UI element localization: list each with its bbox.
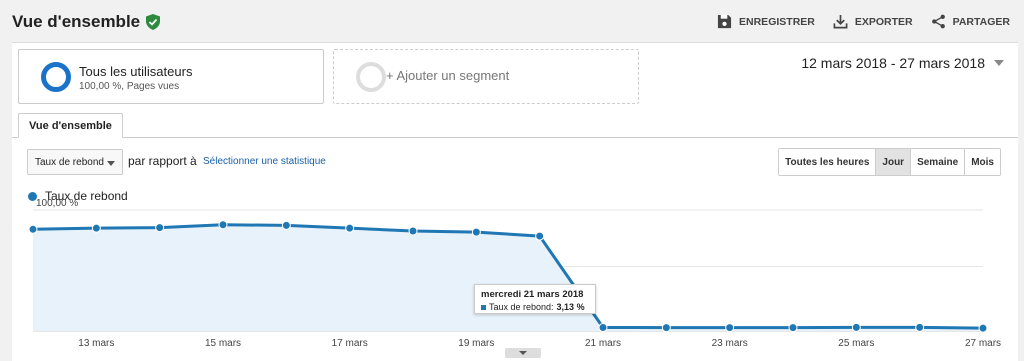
- page-title: Vue d'ensemble: [12, 12, 161, 32]
- data-point: [725, 323, 735, 333]
- series-area: [33, 224, 983, 331]
- export-label: EXPORTER: [854, 15, 913, 28]
- y-tick-label: 100,00 %: [36, 198, 78, 209]
- x-tick-label: 27 mars: [965, 338, 1001, 349]
- data-point: [408, 226, 418, 236]
- data-point: [155, 223, 165, 233]
- tooltip-value: 3,13 %: [556, 302, 585, 312]
- x-tick-label: 15 mars: [205, 338, 241, 349]
- tooltip-label: Taux de rebond:: [489, 302, 554, 312]
- page-title-text: Vue d'ensemble: [12, 12, 141, 31]
- save-icon: [717, 14, 732, 29]
- tooltip-series-swatch: [481, 304, 486, 310]
- x-tick-label: 23 mars: [712, 338, 748, 349]
- collapse-chart-button[interactable]: [505, 348, 541, 358]
- save-button[interactable]: ENREGISTRER: [717, 14, 815, 29]
- header-actions: ENREGISTRER EXPORTER PARTAGER: [717, 14, 1010, 29]
- x-tick-label: 13 mars: [78, 338, 114, 349]
- data-point: [471, 227, 481, 237]
- data-point: [345, 223, 355, 233]
- data-point: [28, 224, 38, 234]
- share-label: PARTAGER: [952, 15, 1010, 28]
- chevron-down-icon: [519, 351, 527, 355]
- tooltip-row: Taux de rebond: 3,13 %: [481, 302, 589, 312]
- share-icon: [931, 14, 945, 29]
- data-point: [598, 322, 608, 332]
- data-point: [281, 220, 291, 230]
- report-panel: Tous les utilisateurs 100,00 %, Pages vu…: [12, 42, 1018, 361]
- x-tick-label: 21 mars: [585, 338, 621, 349]
- save-label: ENREGISTRER: [739, 15, 815, 28]
- x-tick-label: 17 mars: [332, 338, 368, 349]
- tooltip-date: mercredi 21 mars 2018: [481, 289, 584, 300]
- export-button[interactable]: EXPORTER: [833, 14, 913, 29]
- data-point: [788, 323, 798, 333]
- x-tick-label: 25 mars: [838, 338, 874, 349]
- share-button[interactable]: PARTAGER: [931, 14, 1010, 29]
- data-point: [851, 322, 861, 332]
- report-header: Vue d'ensemble ENREGISTRER EXPORTER PART…: [0, 0, 1024, 42]
- data-point: [661, 323, 671, 333]
- x-tick-label: 19 mars: [458, 338, 494, 349]
- chart-tooltip: mercredi 21 mars 2018 Taux de rebond: 3,…: [474, 284, 596, 314]
- data-point: [535, 231, 545, 241]
- data-point: [915, 322, 925, 332]
- data-point: [218, 220, 228, 230]
- data-point: [91, 223, 101, 233]
- download-icon: [833, 14, 848, 29]
- data-point: [978, 323, 988, 333]
- verified-shield-icon: [146, 14, 161, 30]
